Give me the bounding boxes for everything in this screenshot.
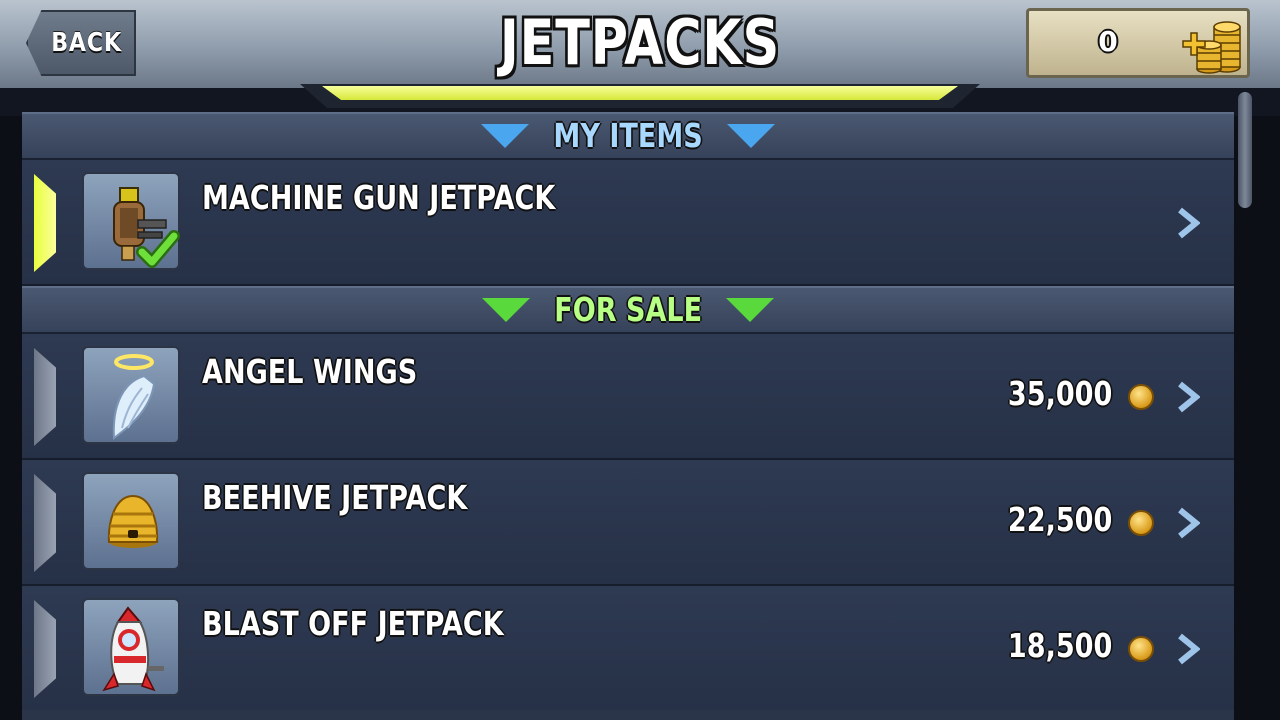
coin-icon <box>1128 384 1154 410</box>
selected-marker <box>34 174 56 272</box>
blast-off-jetpack-icon <box>82 598 180 696</box>
item-price: 35,000 <box>1007 374 1112 413</box>
row-marker <box>34 600 56 698</box>
section-header-for-sale: FOR SALE <box>22 286 1234 334</box>
chevron-right-icon <box>1178 633 1200 665</box>
list-item-angel-wings[interactable]: ANGEL WINGS 35,000 <box>22 334 1234 460</box>
coin-icon <box>1128 636 1154 662</box>
list-item-beehive-jetpack[interactable]: BEEHIVE JETPACK 22,500 <box>22 460 1234 586</box>
back-button-label: BACK <box>51 28 123 58</box>
item-price: 22,500 <box>1007 500 1112 539</box>
chevron-right-icon <box>1178 207 1200 239</box>
title-bar-glow <box>322 86 958 100</box>
chevron-right-icon <box>1178 381 1200 413</box>
page-title: JETPACKS <box>499 6 781 79</box>
item-name: ANGEL WINGS <box>202 352 418 391</box>
list-item-machine-gun-jetpack[interactable]: MACHINE GUN JETPACK <box>22 160 1234 286</box>
my-items-heading: MY ITEMS <box>22 116 1234 155</box>
item-name: BLAST OFF JETPACK <box>202 604 504 643</box>
triangle-down-icon <box>482 297 531 322</box>
triangle-down-icon <box>726 123 775 148</box>
back-button[interactable]: BACK <box>26 10 136 76</box>
scrollbar[interactable] <box>1238 92 1252 208</box>
item-name: MACHINE GUN JETPACK <box>202 178 556 217</box>
list-bottom-edge <box>22 710 1234 720</box>
section-header-my-items: MY ITEMS <box>22 112 1234 160</box>
item-name: BEEHIVE JETPACK <box>202 478 468 517</box>
angel-wings-icon <box>82 346 180 444</box>
coin-icon <box>1128 510 1154 536</box>
item-price: 18,500 <box>1007 626 1112 665</box>
coin-stack-plus-icon <box>1179 15 1249 75</box>
my-items-label: MY ITEMS <box>553 116 703 155</box>
beehive-jetpack-icon <box>82 472 180 570</box>
row-marker <box>34 474 56 572</box>
triangle-down-icon <box>481 123 530 148</box>
coin-count: 0 <box>1098 25 1118 58</box>
triangle-down-icon <box>725 297 774 322</box>
row-marker <box>34 348 56 446</box>
for-sale-label: FOR SALE <box>554 290 702 329</box>
chevron-right-icon <box>1178 507 1200 539</box>
coin-balance-button[interactable]: 0 <box>1026 8 1250 78</box>
machine-gun-jetpack-icon <box>82 172 180 270</box>
list-item-blast-off-jetpack[interactable]: BLAST OFF JETPACK 18,500 <box>22 586 1234 712</box>
for-sale-heading: FOR SALE <box>22 290 1234 329</box>
